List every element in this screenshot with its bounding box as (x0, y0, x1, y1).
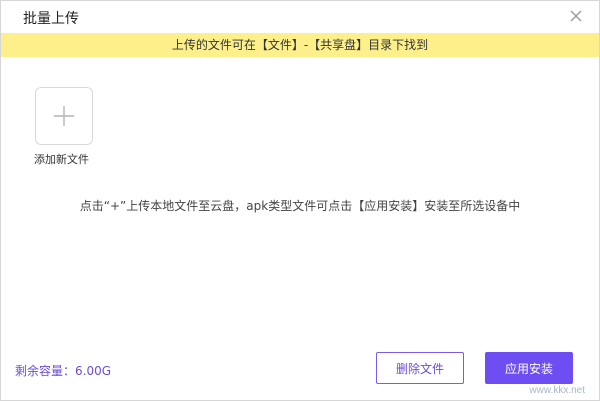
upload-hint-text: 点击“+”上传本地文件至云盘，apk类型文件可点击【应用安装】安装至所选设备中 (79, 199, 521, 213)
dialog-title: 批量上传 (23, 11, 79, 27)
app-install-button[interactable]: 应用安装 (485, 352, 573, 384)
location-notice-banner: 上传的文件可在【文件】-【共享盘】目录下找到 (1, 33, 599, 57)
add-file-button[interactable] (35, 87, 93, 145)
watermark: www.kkx.net (529, 385, 585, 396)
add-file-label: 添加新文件 (34, 153, 89, 166)
plus-icon (54, 106, 74, 126)
remaining-capacity: 剩余容量：6.00G (15, 364, 112, 378)
batch-upload-dialog: 批量上传 上传的文件可在【文件】-【共享盘】目录下找到 添加新文件 点击“+”上… (0, 0, 600, 401)
title-bar: 批量上传 (1, 1, 599, 33)
close-icon[interactable] (567, 7, 585, 25)
delete-file-button[interactable]: 删除文件 (376, 352, 464, 384)
